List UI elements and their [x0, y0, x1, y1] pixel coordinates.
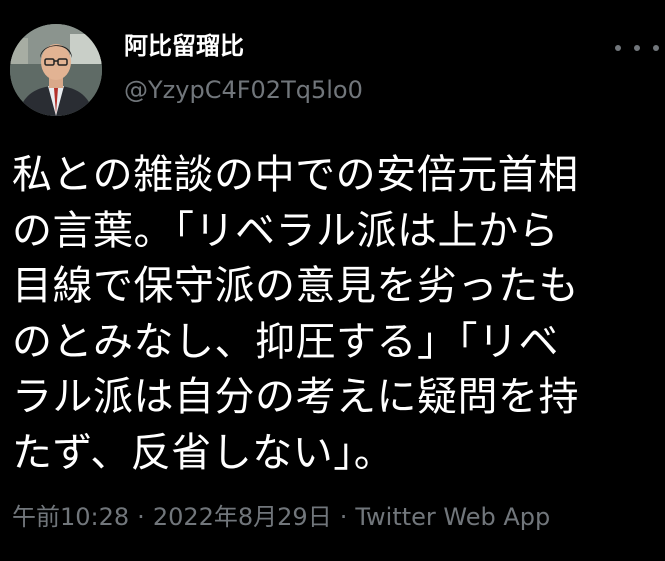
more-options-icon — [634, 45, 640, 51]
more-options-icon — [653, 45, 659, 51]
more-options-icon — [615, 45, 621, 51]
tweet-text: 私との雑談の中での安倍元首相 の言葉。「リベラル派は上から 目線で保守派の意見を… — [12, 152, 579, 476]
tweet-source[interactable]: Twitter Web App — [355, 503, 550, 531]
author-handle[interactable]: @YzypC4F02Tq5lo0 — [124, 74, 363, 106]
meta-separator: · — [339, 503, 348, 531]
tweet-time[interactable]: 午前10:28 — [12, 503, 129, 531]
tweet-card: 阿比留瑠比 @YzypC4F02Tq5lo0 私との雑談の中での安倍元首相 の言… — [0, 0, 665, 561]
author-display-name[interactable]: 阿比留瑠比 — [124, 30, 244, 62]
tweet-metadata: 午前10:28 · 2022年8月29日 · Twitter Web App — [12, 500, 550, 534]
more-options-button[interactable] — [615, 36, 659, 60]
user-portrait-icon — [10, 24, 102, 116]
meta-separator: · — [137, 503, 145, 531]
tweet-date[interactable]: 2022年8月29日 — [153, 503, 332, 531]
avatar[interactable] — [10, 24, 102, 116]
